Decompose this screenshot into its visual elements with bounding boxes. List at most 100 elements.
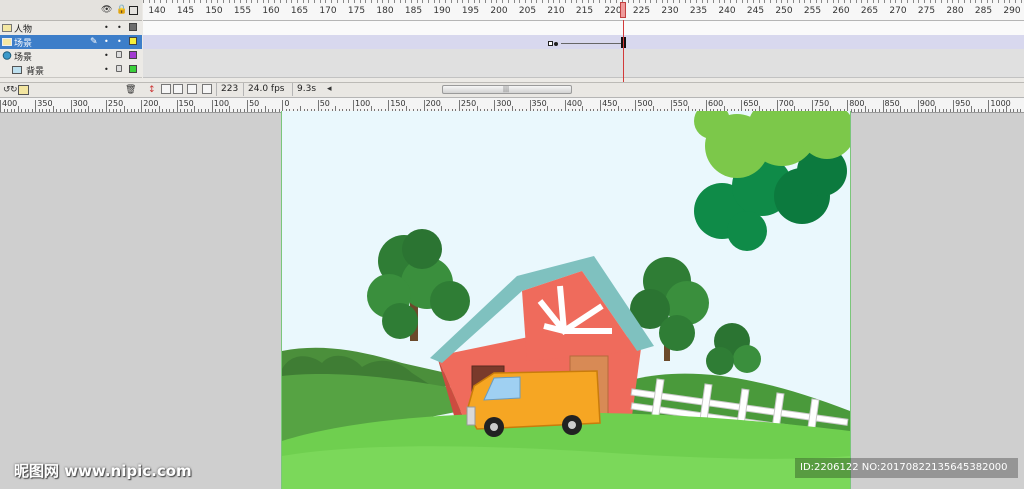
ruler-tick xyxy=(81,109,83,112)
ruler-tick xyxy=(208,109,210,112)
frame-track[interactable] xyxy=(143,49,1024,64)
onion-outline-icon[interactable] xyxy=(173,84,183,94)
visibility-dot[interactable]: • xyxy=(104,52,109,60)
ruler-tick xyxy=(176,100,178,112)
ruler-number: 500 xyxy=(637,99,653,108)
frame-tick xyxy=(1020,0,1022,3)
ruler-tick xyxy=(857,109,859,112)
layer-color-swatch[interactable] xyxy=(129,65,137,73)
stage-canvas[interactable] xyxy=(281,111,851,489)
frame-tick xyxy=(581,0,583,3)
frame-track[interactable] xyxy=(143,21,1024,36)
image-id-banner: ID:2206122 NO:20170822135645382000 xyxy=(795,458,1018,478)
frame-tick xyxy=(388,0,390,3)
frame-tick xyxy=(781,0,783,3)
lock-dot[interactable]: • xyxy=(117,24,122,32)
frame-number: 255 xyxy=(803,6,822,16)
layer-color-swatch[interactable] xyxy=(129,23,137,31)
lock-icon[interactable]: 🔒 xyxy=(116,5,127,15)
ruler-number: 0 xyxy=(284,99,290,108)
ruler-number: 550 xyxy=(672,99,688,108)
frame-tick xyxy=(604,0,606,3)
layer-row-scene-selected[interactable]: 场景 ✎ • • xyxy=(0,35,142,50)
lock-dot[interactable]: • xyxy=(117,38,122,46)
ruler-number: 700 xyxy=(778,99,794,108)
ruler-tick xyxy=(278,109,280,112)
frame-tick xyxy=(285,0,287,3)
frame-rate-field[interactable]: 24.0 fps xyxy=(243,83,293,96)
add-guide-icon[interactable]: ↻ xyxy=(10,85,18,95)
onion-skin-icon[interactable] xyxy=(161,84,171,94)
ruler-tick xyxy=(158,106,160,112)
frame-tick xyxy=(627,0,629,3)
frame-tick xyxy=(684,0,686,3)
layer-color-swatch[interactable] xyxy=(129,51,137,59)
frame-number: 155 xyxy=(233,6,252,16)
ruler-tick xyxy=(1016,109,1018,112)
ruler-tick xyxy=(215,109,217,112)
keyframe-marker[interactable] xyxy=(554,42,558,46)
ruler-tick xyxy=(70,100,72,112)
frame-tick xyxy=(393,0,395,3)
frame-tick xyxy=(251,0,253,3)
scroll-left-arrow[interactable]: ◂ xyxy=(327,84,332,94)
ruler-tick xyxy=(137,109,139,112)
ruler-tick xyxy=(1006,106,1008,112)
frame-tick xyxy=(792,0,794,3)
playhead[interactable] xyxy=(620,2,626,18)
frame-number: 260 xyxy=(832,6,850,16)
outline-icon[interactable] xyxy=(129,6,138,15)
edit-multiple-icon[interactable] xyxy=(187,84,197,94)
layer-row-background[interactable]: 背景 • xyxy=(0,63,142,78)
frame-number: 240 xyxy=(718,6,736,16)
frame-tick xyxy=(336,0,338,3)
center-frame-icon[interactable]: ↕ xyxy=(148,85,156,95)
ruler-tick xyxy=(112,109,114,112)
ruler-tick xyxy=(45,109,47,112)
frame-tick xyxy=(884,0,885,3)
lock-icon[interactable] xyxy=(116,65,122,72)
ruler-tick xyxy=(190,109,192,112)
frame-tick xyxy=(901,0,903,3)
lock-icon[interactable] xyxy=(116,51,122,58)
frame-tick xyxy=(638,0,640,3)
trash-icon[interactable]: 🗑 xyxy=(125,85,136,95)
frame-tick xyxy=(752,0,754,3)
add-folder-icon[interactable] xyxy=(18,85,29,95)
layer-color-swatch[interactable] xyxy=(129,37,137,45)
ruler-tick xyxy=(201,109,203,112)
onion-markers-icon[interactable] xyxy=(202,84,212,94)
ruler-tick xyxy=(864,106,866,112)
layer-row-person[interactable]: 人物 • • xyxy=(0,21,142,36)
ruler-tick xyxy=(240,109,242,112)
frame-ruler[interactable]: 140 145 150 155 160 165 170 175 180 185 190 195 200 2… xyxy=(143,0,1024,21)
eye-icon[interactable]: 👁 xyxy=(101,5,112,15)
frame-tick xyxy=(587,0,589,3)
frame-tick xyxy=(912,0,914,3)
ruler-tick xyxy=(187,109,189,112)
layer-name: 背景 xyxy=(26,67,45,77)
frame-track[interactable] xyxy=(143,63,1024,78)
keyframe-marker[interactable] xyxy=(548,41,553,46)
ruler-tick xyxy=(162,109,164,112)
frame-tick xyxy=(462,0,464,3)
frame-tick xyxy=(1009,0,1011,3)
ruler-tick xyxy=(14,109,16,112)
ruler-number: 350 xyxy=(37,99,53,108)
ruler-number: 200 xyxy=(143,99,159,108)
ruler-tick xyxy=(148,109,150,112)
frame-tick xyxy=(399,0,401,3)
frame-number: 185 xyxy=(404,6,423,16)
visibility-dot[interactable]: • xyxy=(104,24,109,32)
ruler-tick xyxy=(1009,109,1011,112)
ruler-tick xyxy=(917,100,919,112)
frame-tick xyxy=(775,0,777,3)
layer-row-scene[interactable]: 场景 • xyxy=(0,49,142,64)
visibility-dot[interactable]: • xyxy=(104,66,109,74)
layer-name: 场景 xyxy=(14,39,33,49)
visibility-dot[interactable]: • xyxy=(104,38,109,46)
horizontal-scrollbar[interactable]: ||| xyxy=(442,85,572,94)
frame-track[interactable] xyxy=(143,35,1024,50)
ruler-tick xyxy=(3,109,5,112)
frame-tick xyxy=(656,0,657,3)
